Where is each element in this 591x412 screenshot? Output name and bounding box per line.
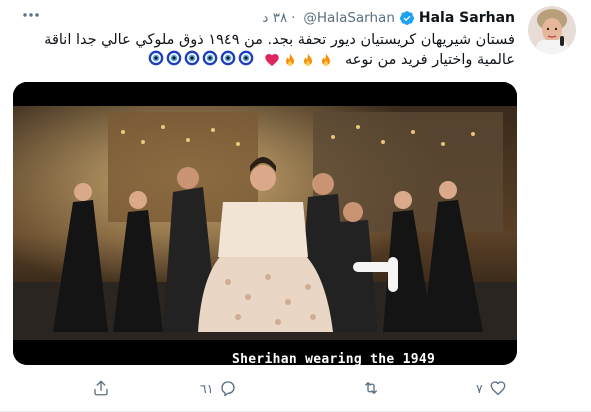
user-handle[interactable]: @HalaSarhan <box>303 10 395 26</box>
share-icon <box>94 380 108 396</box>
evil-eye-row <box>148 50 254 66</box>
fire-icon <box>304 53 313 66</box>
evil-eye-icon <box>238 50 254 66</box>
like-button[interactable]: ٧ <box>476 374 507 402</box>
evil-eye-icon <box>166 50 182 66</box>
fire-icon <box>322 53 331 66</box>
retweet-icon <box>365 382 377 394</box>
tweet-video[interactable]: Sherihan wearing the 1949 <box>13 82 517 365</box>
fire-icon <box>286 53 295 66</box>
tweet-text-line-2-text: عالمية واختيار فريد من نوعه <box>345 52 515 68</box>
reply-button[interactable]: ٦١ <box>200 374 237 402</box>
more-icon[interactable] <box>22 12 40 18</box>
verified-icon <box>399 11 414 25</box>
evil-eye-icon <box>202 50 218 66</box>
video-frame <box>13 82 517 365</box>
evil-eye-icon <box>148 50 164 66</box>
tweet-card[interactable]: Hala Sarhan @HalaSarhan · ٣٨ د فستان شير… <box>0 0 591 412</box>
retweet-button[interactable] <box>362 374 380 402</box>
evil-eye-icon <box>184 50 200 66</box>
display-name[interactable]: Hala Sarhan <box>419 10 515 26</box>
tweet-text-line-1: فستان شيريهان كريستيان ديور تحفة بجد. من… <box>44 32 515 48</box>
reply-icon <box>221 381 236 397</box>
like-count: ٧ <box>476 380 483 396</box>
tweet-time[interactable]: ٣٨ د <box>262 10 287 26</box>
evil-eye-icon <box>220 50 236 66</box>
tweet-header: Hala Sarhan @HalaSarhan · ٣٨ د <box>262 9 515 27</box>
tweet-text-line-2: عالمية واختيار فريد من نوعه <box>15 50 515 70</box>
video-caption: Sherihan wearing the 1949 <box>232 352 436 365</box>
emoji-row <box>264 52 334 68</box>
separator-dot: · <box>291 10 296 26</box>
tweet-actions: ٦١ ٧ <box>0 374 591 402</box>
share-button[interactable] <box>92 374 110 402</box>
tweet-text: فستان شيريهان كريستيان ديور تحفة بجد. من… <box>15 30 515 70</box>
avatar[interactable] <box>528 6 576 54</box>
heart-icon <box>265 54 280 67</box>
like-icon <box>490 381 506 396</box>
reply-count: ٦١ <box>200 380 214 396</box>
